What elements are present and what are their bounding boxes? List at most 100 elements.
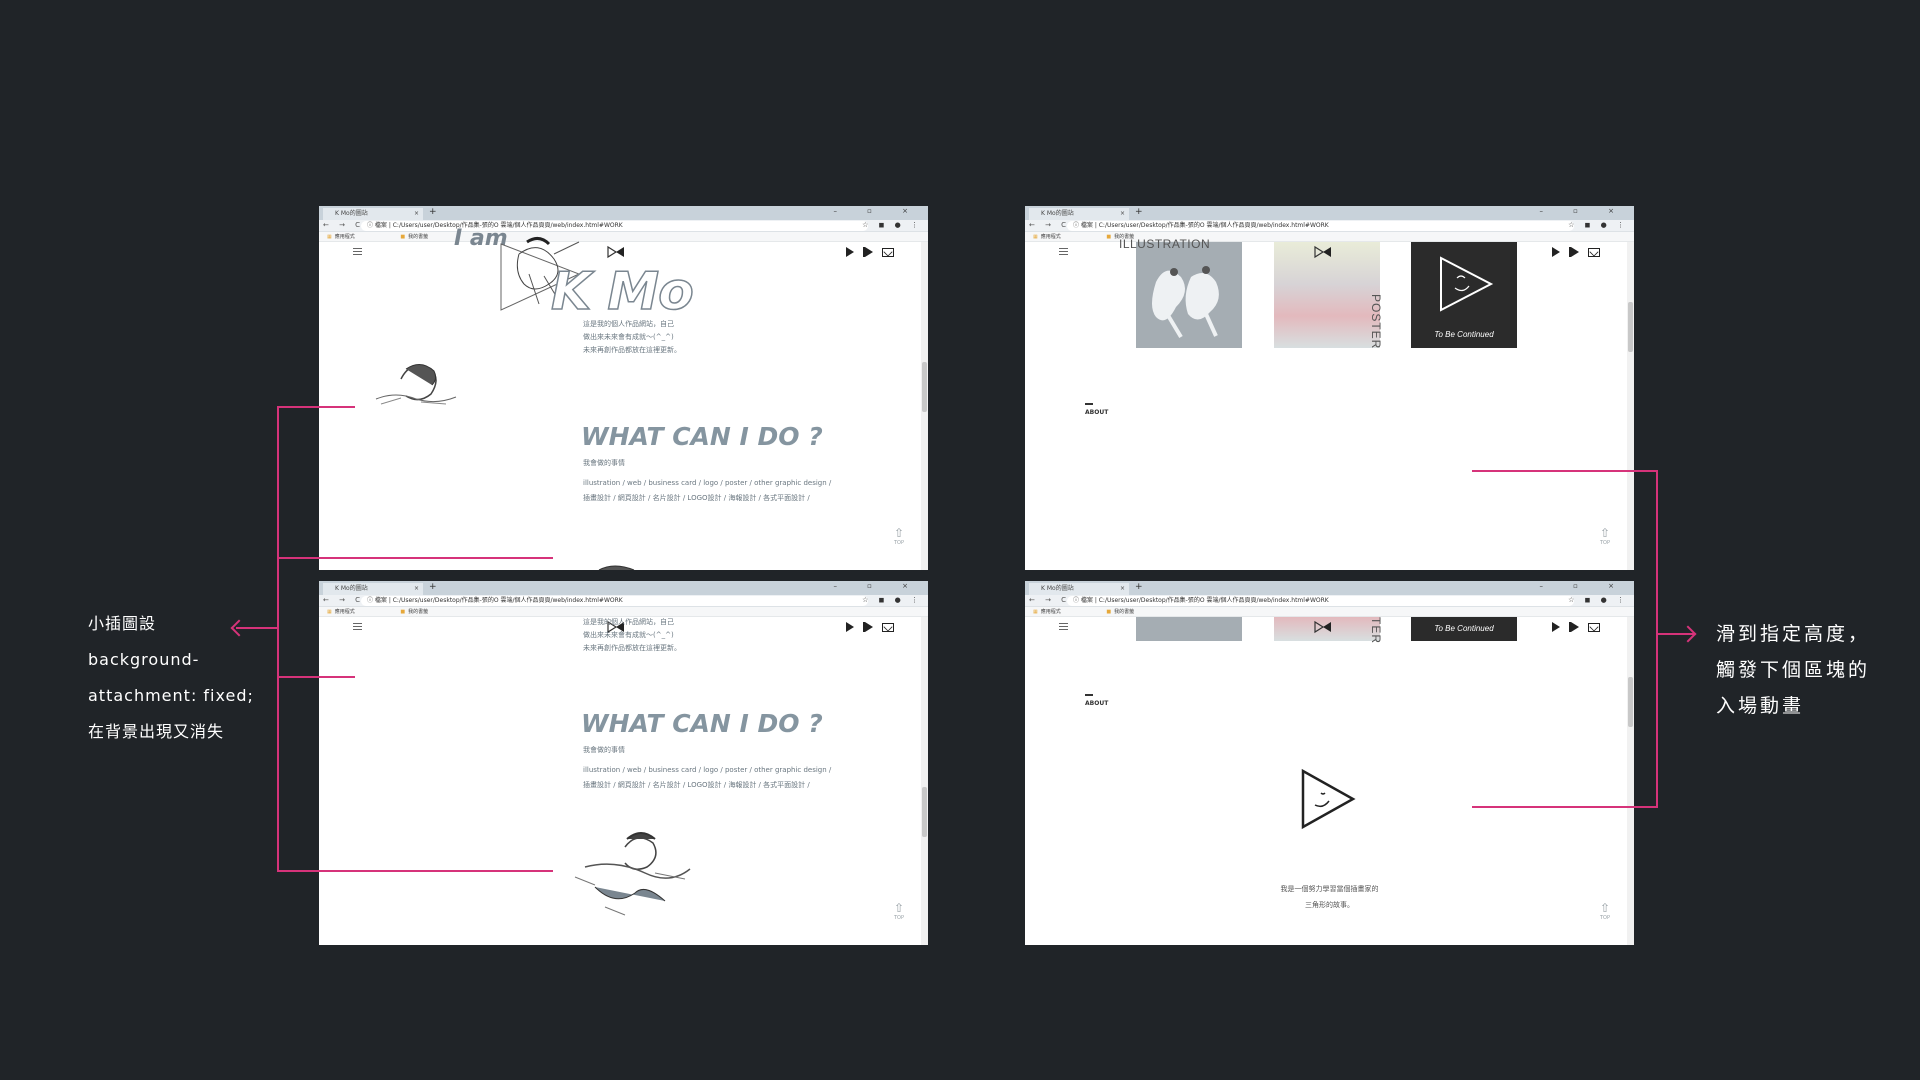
scrollbar[interactable]: [1627, 242, 1634, 570]
bookmark-apps[interactable]: ▦ 應用程式: [327, 234, 377, 240]
new-tab-button[interactable]: +: [1135, 207, 1143, 217]
address-icons[interactable]: ☆ ◼ ● ⋮: [1568, 221, 1628, 229]
bookmark-folder[interactable]: ■ 我的書籤: [400, 609, 450, 615]
scrollbar[interactable]: [1627, 617, 1634, 945]
intro-line: 做出來未來會有成就～(^_^): [583, 333, 674, 341]
browser-tabstrip: K Mo的圖站 × + – ▫ ×: [319, 206, 928, 220]
new-tab-button[interactable]: +: [1135, 582, 1143, 592]
illustration-label: ILLUSTRATION: [1119, 237, 1211, 251]
logo-triangle-icon[interactable]: [1311, 620, 1333, 634]
intro-line: 做出來未來會有成就～(^_^): [583, 631, 674, 639]
play-icon[interactable]: [1550, 621, 1562, 632]
nav-buttons[interactable]: ← → C: [1029, 596, 1070, 604]
logo-triangle-icon[interactable]: [1311, 245, 1333, 259]
menu-icon[interactable]: [1059, 623, 1068, 630]
menu-icon[interactable]: [1059, 248, 1068, 255]
mail-icon[interactable]: [1588, 622, 1600, 632]
annotation-line: 滑到指定高度，: [1716, 623, 1871, 645]
play-bar-icon[interactable]: [1569, 246, 1581, 257]
window-controls[interactable]: – ▫ ×: [1539, 582, 1628, 590]
tab-close-icon[interactable]: ×: [1120, 583, 1125, 595]
triangle-character-icon: [1440, 256, 1494, 312]
about-heading[interactable]: ABOUT: [1085, 700, 1108, 707]
mail-icon[interactable]: [1588, 247, 1600, 257]
back-to-top-button[interactable]: ⇧ TOP: [894, 527, 904, 548]
bookmark-folder[interactable]: ■ 我的書籤: [400, 234, 450, 240]
about-line: 我是一個努力學習當個插畫家的: [1280, 885, 1379, 893]
folder-icon: ▦: [327, 234, 332, 240]
scrollbar-thumb[interactable]: [1628, 677, 1633, 727]
about-line: 三角形的故事。: [1305, 901, 1354, 909]
back-to-top-button[interactable]: ⇧ TOP: [1600, 527, 1610, 548]
poster-label: POSTER: [1369, 294, 1383, 350]
window-controls[interactable]: – ▫ ×: [833, 207, 922, 215]
new-tab-button[interactable]: +: [429, 582, 437, 592]
tab-title: K Mo的圖站: [335, 210, 368, 217]
play-bar-icon[interactable]: [1569, 621, 1581, 632]
annotation-line: attachment: fixed;: [88, 686, 254, 705]
tab-close-icon[interactable]: ×: [1120, 208, 1125, 220]
play-icon[interactable]: [1550, 246, 1562, 257]
connector-branch: [277, 676, 355, 678]
scrollbar-thumb[interactable]: [922, 362, 927, 412]
folder-icon: ■: [1106, 234, 1112, 240]
connector-branch: [1472, 470, 1658, 472]
window-controls[interactable]: – ▫ ×: [1539, 207, 1628, 215]
nav-buttons[interactable]: ← → C: [323, 596, 364, 604]
illustration-thumbnail[interactable]: [1136, 617, 1242, 641]
page-content: I am K Mo 這是我的個人作品網站，自己 做出來未來會有成就～(^_^) …: [319, 226, 928, 570]
play-icon[interactable]: [844, 621, 856, 632]
to-be-continued-card[interactable]: To Be Continued: [1411, 617, 1517, 641]
play-bar-icon[interactable]: [863, 246, 875, 257]
top-label: TOP: [1599, 915, 1610, 921]
screenshot-work-gallery: K Mo的圖站 × + – ▫ × ← → C ⓘ 檔案 | C:/Users/…: [1025, 206, 1634, 570]
menu-icon[interactable]: [353, 248, 362, 255]
new-tab-button[interactable]: +: [429, 207, 437, 217]
scrollbar-thumb[interactable]: [1628, 302, 1633, 352]
scrollbar[interactable]: [921, 242, 928, 570]
back-to-top-button[interactable]: ⇧ TOP: [894, 902, 904, 923]
bookmark-apps[interactable]: ▦ 應用程式: [1033, 609, 1083, 615]
bookmark-apps[interactable]: ▦ 應用程式: [327, 609, 377, 615]
header-icons: [1550, 621, 1600, 632]
nav-buttons[interactable]: ← → C: [1029, 221, 1070, 229]
illustration-thumbnail[interactable]: [1136, 242, 1242, 348]
browser-tab[interactable]: K Mo的圖站 ×: [323, 583, 423, 595]
menu-icon[interactable]: [353, 623, 362, 630]
url-field[interactable]: ⓘ 檔案 | C:/Users/user/Desktop/作品集-張的O 雲端/…: [1067, 596, 1574, 606]
bookmarks-bar: ▦ 應用程式 ■ 我的書籤: [1025, 607, 1634, 617]
browser-tab[interactable]: K Mo的圖站 ×: [323, 208, 423, 220]
bookmarks-bar: ▦ 應用程式 ■ 我的書籤: [319, 232, 928, 242]
window-controls[interactable]: – ▫ ×: [833, 582, 922, 590]
address-icons[interactable]: ☆ ◼ ● ⋮: [1568, 596, 1628, 604]
address-icons[interactable]: ☆ ◼ ● ⋮: [862, 221, 922, 229]
back-to-top-button[interactable]: ⇧ TOP: [1599, 902, 1610, 923]
skills-description: illustration / web / business card / log…: [583, 476, 831, 506]
tab-title: K Mo的圖站: [1041, 210, 1074, 217]
folder-icon: ▦: [327, 609, 332, 615]
about-divider: [1085, 403, 1093, 405]
play-bar-icon[interactable]: [863, 621, 875, 632]
play-icon[interactable]: [844, 246, 856, 257]
address-icons[interactable]: ☆ ◼ ● ⋮: [862, 596, 922, 604]
scrollbar-thumb[interactable]: [922, 787, 927, 837]
header-icons: [844, 246, 894, 257]
bookmark-folder[interactable]: ■ 我的書籤: [1106, 609, 1156, 615]
url-field[interactable]: ⓘ 檔案 | C:/Users/user/Desktop/作品集-張的O 雲端/…: [361, 221, 868, 231]
scrollbar[interactable]: [921, 617, 928, 945]
mail-icon[interactable]: [882, 622, 894, 632]
browser-tab[interactable]: K Mo的圖站 ×: [1029, 208, 1129, 220]
mail-icon[interactable]: [882, 247, 894, 257]
browser-tab[interactable]: K Mo的圖站 ×: [1029, 583, 1129, 595]
tab-close-icon[interactable]: ×: [414, 208, 419, 220]
left-annotation-text: 小插圖設 background- attachment: fixed; 在背景出…: [88, 606, 254, 750]
bookmark-apps[interactable]: ▦ 應用程式: [1033, 234, 1083, 240]
about-heading[interactable]: ABOUT: [1085, 409, 1108, 416]
url-field[interactable]: ⓘ 檔案 | C:/Users/user/Desktop/作品集-張的O 雲端/…: [1067, 221, 1574, 231]
to-be-continued-card[interactable]: To Be Continued: [1411, 242, 1517, 348]
about-divider: [1085, 694, 1093, 696]
nav-buttons[interactable]: ← → C: [323, 221, 364, 229]
connector-branch: [1472, 806, 1658, 808]
url-field[interactable]: ⓘ 檔案 | C:/Users/user/Desktop/作品集-張的O 雲端/…: [361, 596, 868, 606]
tab-close-icon[interactable]: ×: [414, 583, 419, 595]
